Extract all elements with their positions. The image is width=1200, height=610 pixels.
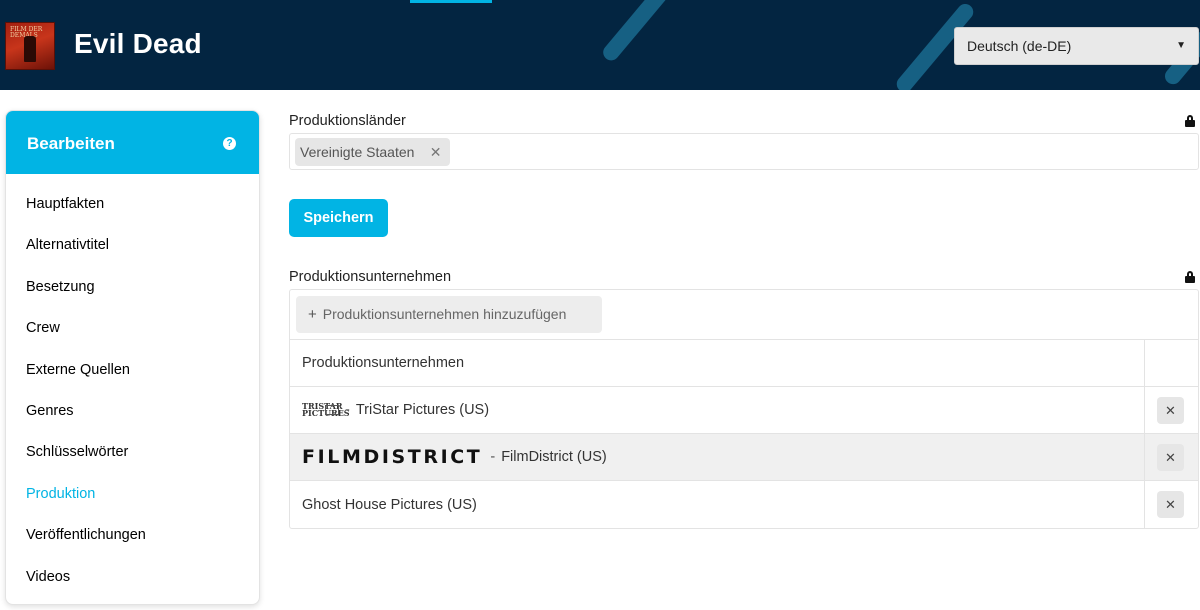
- remove-company-button[interactable]: ✕: [1157, 444, 1184, 471]
- company-cell: Ghost House Pictures (US): [302, 481, 477, 528]
- remove-company-button[interactable]: ✕: [1157, 397, 1184, 424]
- help-icon[interactable]: ?: [223, 137, 236, 150]
- company-cell: FILMDISTRICT - FilmDistrict (US): [302, 434, 607, 480]
- column-divider: [1144, 434, 1145, 480]
- language-select[interactable]: Deutsch (de-DE) ▼: [954, 27, 1199, 65]
- page-title[interactable]: Evil Dead: [74, 28, 202, 60]
- page-header: FILM DER DEMALS Evil Dead Deutsch (de-DE…: [0, 0, 1200, 90]
- column-divider: [1144, 340, 1145, 386]
- column-header: Produktionsunternehmen: [302, 355, 465, 371]
- tristar-logo: TRISTAR PICTURES: [302, 401, 350, 418]
- company-name: TriStar Pictures (US): [355, 402, 490, 418]
- table-row: FILMDISTRICT - FilmDistrict (US) ✕: [290, 434, 1198, 481]
- sidebar-item-besetzung[interactable]: Besetzung: [6, 267, 259, 308]
- remove-chip-icon[interactable]: ✕: [430, 138, 442, 166]
- country-chip: Vereinigte Staaten ✕: [295, 138, 451, 166]
- sidebar-item-hauptfakten[interactable]: Hauptfakten: [6, 184, 259, 225]
- production-countries-input[interactable]: Vereinigte Staaten ✕: [289, 133, 1199, 170]
- save-button[interactable]: Speichern: [289, 199, 388, 237]
- plus-icon: +: [308, 306, 317, 323]
- sidebar-item-crew[interactable]: Crew: [6, 308, 259, 349]
- language-select-value: Deutsch (de-DE): [967, 38, 1072, 54]
- production-companies-label: Produktionsunternehmen: [289, 269, 452, 285]
- country-chip-label: Vereinigte Staaten: [300, 144, 415, 160]
- table-row: TRISTAR PICTURES - TriStar Pictures (US)…: [290, 387, 1198, 434]
- add-company-label: Produktionsunternehmen hinzuzufügen: [322, 306, 567, 322]
- table-row: Ghost House Pictures (US) ✕: [290, 481, 1198, 528]
- table-header-row: Produktionsunternehmen: [290, 340, 1198, 387]
- company-name: Ghost House Pictures (US): [302, 496, 477, 513]
- poster-figure: [24, 36, 36, 62]
- production-countries-label: Produktionsländer: [289, 113, 406, 129]
- column-divider: [1144, 387, 1145, 433]
- production-companies-table: + Produktionsunternehmen hinzuzufügen Pro…: [289, 289, 1199, 529]
- remove-company-button[interactable]: ✕: [1157, 491, 1184, 518]
- sidebar-header: Bearbeiten ?: [6, 111, 259, 174]
- company-cell: TRISTAR PICTURES - TriStar Pictures (US): [302, 387, 489, 433]
- lock-icon[interactable]: [1185, 115, 1195, 127]
- tristar-logo-text: TRISTAR PICTURES: [302, 401, 350, 418]
- filmdistrict-logo: FILMDISTRICT: [302, 446, 483, 468]
- separator: -: [490, 449, 496, 465]
- sidebar-item-genres[interactable]: Genres: [6, 391, 259, 432]
- sidebar-nav: Hauptfakten Alternativtitel Besetzung Cr…: [6, 174, 259, 598]
- movie-poster-thumbnail[interactable]: FILM DER DEMALS: [5, 22, 55, 70]
- company-name: FilmDistrict (US): [501, 449, 607, 465]
- chevron-down-icon: ▼: [1176, 40, 1186, 51]
- sidebar-item-produktion[interactable]: Produktion: [6, 474, 259, 515]
- sidebar-title: Bearbeiten: [27, 134, 115, 153]
- edit-sidebar: Bearbeiten ? Hauptfakten Alternativtitel…: [5, 110, 260, 605]
- lock-icon[interactable]: [1185, 271, 1195, 283]
- column-divider: [1144, 481, 1145, 528]
- sidebar-item-veroeffentlichungen[interactable]: Veröffentlichungen: [6, 515, 259, 556]
- sidebar-item-videos[interactable]: Videos: [6, 557, 259, 598]
- add-company-button[interactable]: + Produktionsunternehmen hinzuzufügen: [296, 296, 602, 333]
- header-active-indicator: [410, 0, 492, 3]
- sidebar-item-alternativtitel[interactable]: Alternativtitel: [6, 225, 259, 266]
- add-company-row: + Produktionsunternehmen hinzuzufügen: [290, 290, 1198, 340]
- separator: -: [345, 402, 350, 418]
- sidebar-item-schluesselwoerter[interactable]: Schlüsselwörter: [6, 432, 259, 473]
- header-decor-stripe: [599, 0, 671, 64]
- sidebar-item-externe-quellen[interactable]: Externe Quellen: [6, 350, 259, 391]
